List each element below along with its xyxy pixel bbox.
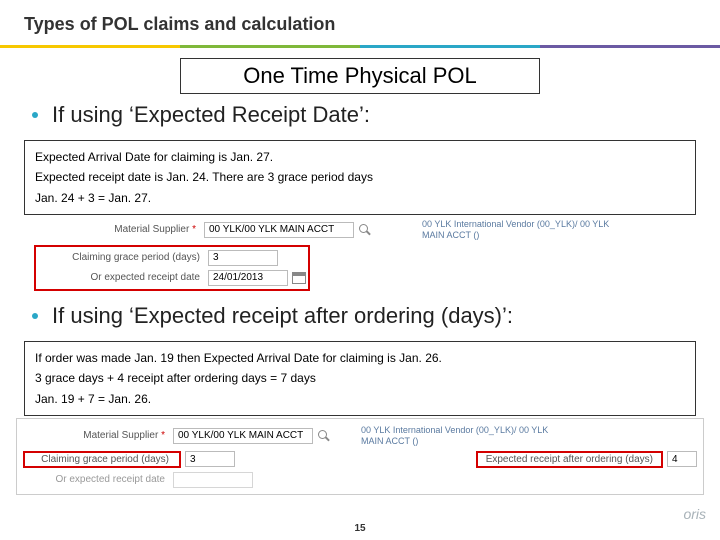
or-expected-receipt-label: Or expected receipt date [38,272,208,283]
expected-receipt-date-input[interactable] [208,270,288,286]
slide-title: Types of POL claims and calculation [0,0,720,45]
account-link[interactable]: 00 YLK International Vendor (00_YLK)/ 00… [422,219,622,241]
material-supplier-label: Material Supplier * [23,430,173,441]
calendar-icon[interactable] [292,272,306,284]
bullet-expected-receipt-date: If using ‘Expected Receipt Date’: [0,98,720,136]
search-icon[interactable] [317,429,331,443]
grace-period-label: Claiming grace period (days) [27,454,177,465]
account-link[interactable]: 00 YLK International Vendor (00_YLK)/ 00… [361,425,561,447]
page-number: 15 [354,523,365,534]
divider-rule [0,45,720,48]
bullet-text: If using ‘Expected receipt after orderin… [52,303,513,329]
section-header-box: One Time Physical POL [180,58,540,94]
bullet-expected-receipt-after-ordering: If using ‘Expected receipt after orderin… [0,295,720,337]
material-supplier-label: Material Supplier * [34,224,204,235]
expected-receipt-date-input[interactable] [173,472,253,488]
explanation-box-1: Expected Arrival Date for claiming is Ja… [24,140,696,215]
grace-period-label: Claiming grace period (days) [38,252,208,263]
expected-after-ordering-input[interactable] [667,451,697,467]
explain-line: Expected receipt date is Jan. 24. There … [35,167,685,187]
explain-line: If order was made Jan. 19 then Expected … [35,348,685,368]
expected-after-ordering-label: Expected receipt after ordering (days) [480,454,659,465]
bullet-text: If using ‘Expected Receipt Date’: [52,102,370,128]
form-screenshot-1: Material Supplier * 00 YLK International… [34,217,696,291]
grace-period-input[interactable] [185,451,235,467]
explanation-box-2: If order was made Jan. 19 then Expected … [24,341,696,416]
bullet-dot-icon [32,313,38,319]
form-screenshot-2: Material Supplier * 00 YLK International… [16,418,704,495]
material-supplier-input[interactable] [204,222,354,238]
explain-line: Jan. 19 + 7 = Jan. 26. [35,389,685,409]
explain-line: 3 grace days + 4 receipt after ordering … [35,368,685,388]
material-supplier-input[interactable] [173,428,313,444]
or-expected-receipt-label: Or expected receipt date [23,474,173,485]
grace-period-input[interactable] [208,250,278,266]
bullet-dot-icon [32,112,38,118]
search-icon[interactable] [358,223,372,237]
explain-line: Expected Arrival Date for claiming is Ja… [35,147,685,167]
explain-line: Jan. 24 + 3 = Jan. 27. [35,188,685,208]
logo: oris [683,506,706,522]
